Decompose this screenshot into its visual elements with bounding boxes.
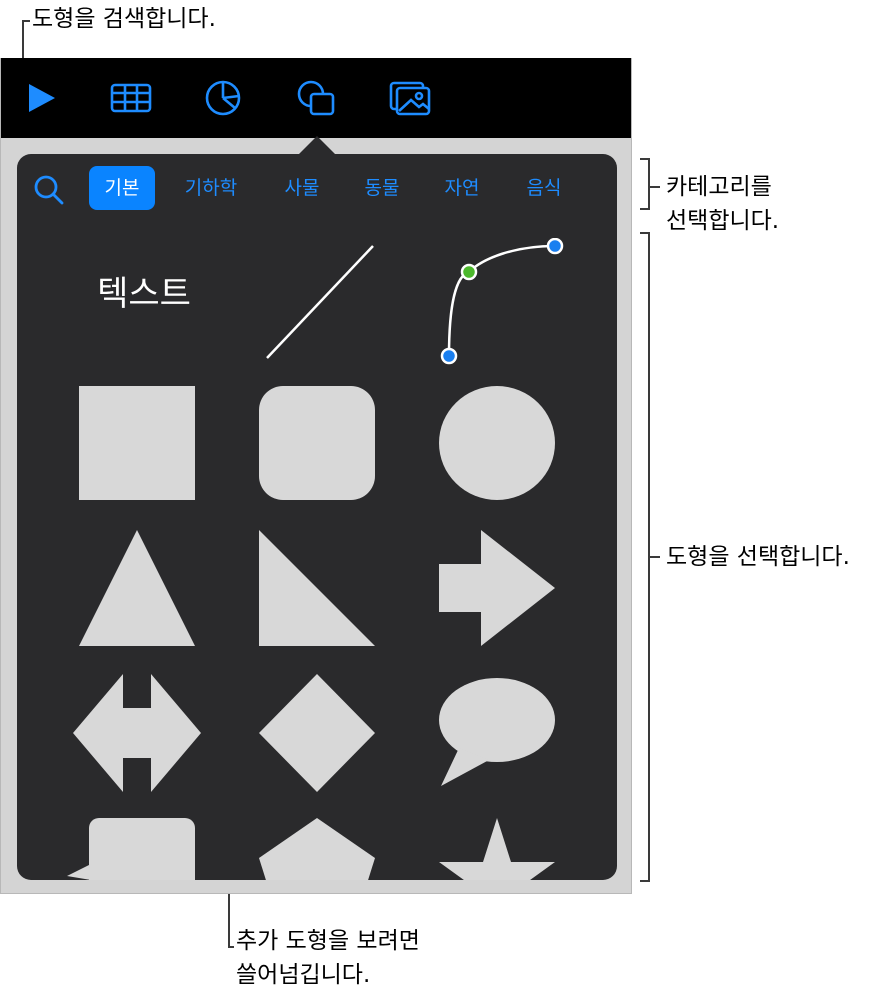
diamond-icon [259, 674, 375, 792]
partial-toolbar-button[interactable] [623, 78, 632, 118]
bracket-category-tick [650, 186, 660, 188]
annotation-search: 도형을 검색합니다. [32, 6, 216, 32]
chart-button[interactable] [201, 78, 245, 118]
table-icon [110, 83, 152, 113]
tab-nature[interactable]: 자연 [429, 166, 495, 210]
search-icon [34, 175, 64, 205]
rounded-square-icon [259, 386, 375, 500]
square-icon [79, 386, 195, 500]
annotation-category-line1: 카테고리를 [666, 174, 772, 200]
popover-arrow [297, 136, 337, 156]
ipad-screen: 기본 기하학 사물 동물 자연 음식 텍스트 [0, 58, 632, 894]
curve-icon [440, 238, 564, 365]
line-icon [266, 245, 374, 359]
bracket-shapes-bottom [640, 880, 650, 882]
annotation-category-line2: 선택합니다. [666, 208, 780, 234]
circle-icon [439, 386, 555, 500]
text-shape[interactable]: 텍스트 [79, 266, 209, 322]
pentagon-icon [259, 818, 375, 880]
bracket-category-v [648, 158, 650, 210]
right-triangle-shape[interactable] [259, 530, 375, 646]
square-shape[interactable] [79, 386, 195, 500]
media-icon [389, 81, 431, 116]
play-button[interactable] [17, 78, 61, 118]
arrow-right-icon [439, 530, 555, 646]
triangle-shape[interactable] [79, 530, 195, 646]
bracket-category-bottom [640, 208, 650, 210]
tab-basic[interactable]: 기본 [89, 166, 155, 210]
curve-shape[interactable] [435, 238, 565, 368]
tab-animals[interactable]: 동물 [349, 166, 415, 210]
callout-shape[interactable] [67, 818, 195, 880]
tab-food[interactable]: 음식 [511, 166, 577, 210]
toolbar [1, 58, 632, 138]
arrow-shape[interactable] [439, 530, 555, 646]
star-icon [439, 818, 555, 880]
search-button[interactable] [31, 172, 67, 208]
chart-icon [205, 80, 241, 116]
play-icon [29, 84, 55, 112]
star-shape[interactable] [439, 818, 555, 880]
tab-objects[interactable]: 사물 [269, 166, 335, 210]
shape-icon [297, 80, 335, 116]
rounded-square-shape[interactable] [259, 386, 375, 500]
diamond-shape[interactable] [259, 674, 375, 792]
media-button[interactable] [389, 78, 433, 118]
partial-icon [623, 78, 632, 118]
annotation-choose-shape: 도형을 선택합니다. [666, 544, 850, 570]
annotation-swipe-line1: 추가 도형을 보려면 [236, 928, 420, 954]
shape-button[interactable] [295, 78, 339, 118]
double-arrow-icon [73, 674, 201, 792]
double-arrow-shape[interactable] [73, 674, 201, 792]
speech-bubble-icon [439, 678, 555, 786]
annotation-swipe-line2: 쓸어넘깁니다. [236, 962, 371, 988]
triangle-icon [79, 530, 195, 646]
table-button[interactable] [109, 78, 153, 118]
right-triangle-icon [259, 530, 375, 646]
leader-line-swipe-h [228, 946, 234, 948]
shape-popover: 기본 기하학 사물 동물 자연 음식 텍스트 [17, 154, 617, 880]
callout-icon [67, 818, 195, 880]
circle-shape[interactable] [439, 386, 555, 500]
line-shape[interactable] [261, 240, 381, 366]
tab-geometry[interactable]: 기하학 [173, 166, 249, 210]
speech-bubble-shape[interactable] [439, 678, 555, 790]
bracket-shapes-tick [650, 556, 660, 558]
pentagon-shape[interactable] [259, 818, 375, 880]
